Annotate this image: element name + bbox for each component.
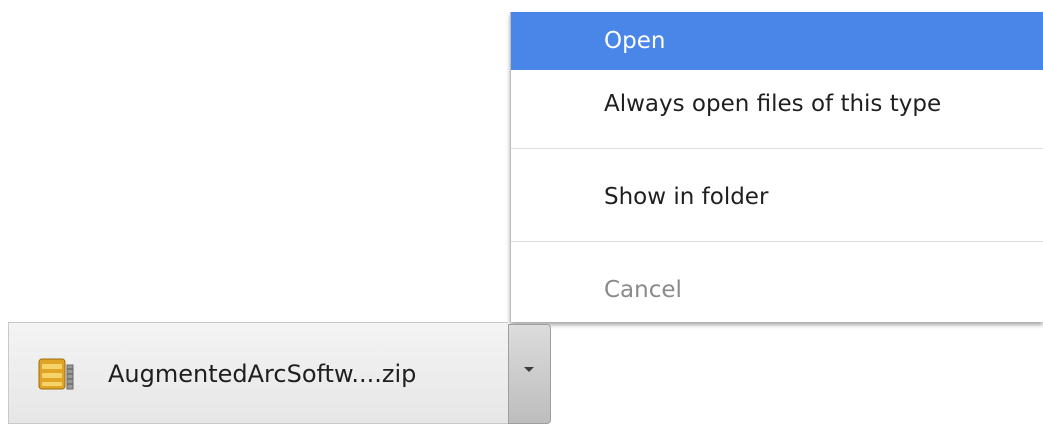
menu-item-label: Open: [604, 28, 666, 54]
menu-item-open[interactable]: Open: [511, 12, 1043, 70]
download-context-menu: Open Always open files of this type Show…: [510, 12, 1043, 322]
menu-item-always-open[interactable]: Always open files of this type: [511, 75, 1043, 133]
download-item-button[interactable]: AugmentedArcSoftw....zip: [8, 322, 508, 424]
zip-archive-icon: [38, 358, 74, 390]
menu-separator: [511, 241, 1043, 242]
menu-item-show-in-folder[interactable]: Show in folder: [511, 168, 1043, 226]
download-file-name: AugmentedArcSoftw....zip: [108, 360, 417, 388]
download-shelf: AugmentedArcSoftw....zip: [0, 322, 560, 426]
menu-separator: [511, 148, 1043, 149]
menu-item-cancel: Cancel: [511, 261, 1043, 319]
chevron-down-icon: [524, 367, 534, 372]
menu-item-label: Always open files of this type: [604, 91, 942, 117]
menu-item-label: Show in folder: [604, 184, 769, 210]
menu-item-label: Cancel: [604, 277, 682, 303]
download-options-button[interactable]: [508, 324, 551, 424]
